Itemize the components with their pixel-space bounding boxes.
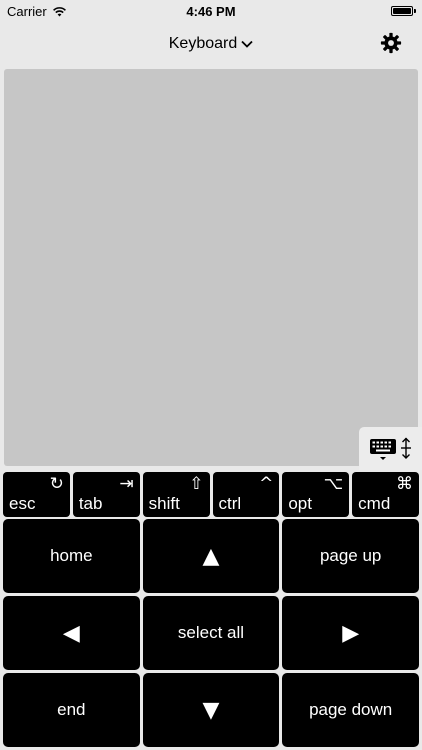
- ctrl-key[interactable]: ^ ctrl: [212, 472, 280, 517]
- up-arrow-button[interactable]: ▲: [142, 519, 280, 593]
- status-left: Carrier: [7, 4, 67, 19]
- trackpad-area[interactable]: [4, 69, 418, 466]
- end-button[interactable]: end: [3, 673, 140, 747]
- opt-key-label: opt: [288, 494, 312, 513]
- page-up-button[interactable]: page up: [282, 519, 419, 593]
- select-all-button[interactable]: select all: [142, 596, 280, 670]
- cmd-key-label: cmd: [358, 494, 391, 513]
- status-bar: Carrier 4:46 PM: [0, 0, 422, 22]
- shift-key-label: shift: [148, 494, 180, 513]
- keyboard-resize-icon: [369, 437, 411, 460]
- esc-key-label: esc: [9, 494, 36, 513]
- command-icon: ⌘: [396, 474, 413, 494]
- left-arrow-icon: ◀: [62, 620, 80, 646]
- tab-key[interactable]: ⇥ tab: [72, 472, 140, 517]
- gear-icon[interactable]: [380, 32, 402, 54]
- carrier-label: Carrier: [7, 3, 47, 19]
- modifier-key-row: ↻ esc ⇥ tab ⇧ shift ^ ctrl ⌥ opt ⌘ cmd: [3, 472, 419, 517]
- right-arrow-button[interactable]: ▶: [282, 596, 419, 670]
- left-arrow-button[interactable]: ◀: [3, 596, 140, 670]
- chevron-down-icon: [241, 40, 253, 48]
- wifi-icon: [52, 6, 66, 16]
- control-icon: ^: [259, 474, 274, 494]
- down-arrow-icon: ▼: [202, 697, 220, 723]
- battery-icon: [391, 6, 416, 16]
- navigation-bar: Keyboard: [0, 22, 422, 66]
- page-down-button[interactable]: page down: [282, 673, 419, 747]
- up-arrow-icon: ▲: [202, 543, 220, 569]
- cmd-key[interactable]: ⌘ cmd: [352, 472, 419, 517]
- tab-key-label: tab: [78, 494, 103, 513]
- refresh-icon: ↻: [49, 474, 64, 494]
- keyboard-toggle-button[interactable]: [359, 427, 422, 470]
- right-arrow-icon: ▶: [342, 620, 360, 646]
- ctrl-key-label: ctrl: [218, 494, 242, 513]
- navigation-keypad: home ▲ page up ◀ select all ▶ end ▼ page…: [3, 519, 419, 747]
- down-arrow-button[interactable]: ▼: [142, 673, 280, 747]
- shift-key[interactable]: ⇧ shift: [142, 472, 210, 517]
- opt-key[interactable]: ⌥ opt: [282, 472, 350, 517]
- tab-icon: ⇥: [119, 474, 134, 494]
- mode-selector[interactable]: Keyboard: [169, 35, 254, 53]
- nav-title: Keyboard: [168, 35, 238, 52]
- option-icon: ⌥: [323, 474, 344, 494]
- shift-icon: ⇧: [189, 474, 204, 494]
- esc-key[interactable]: ↻ esc: [3, 472, 70, 517]
- home-button[interactable]: home: [3, 519, 140, 593]
